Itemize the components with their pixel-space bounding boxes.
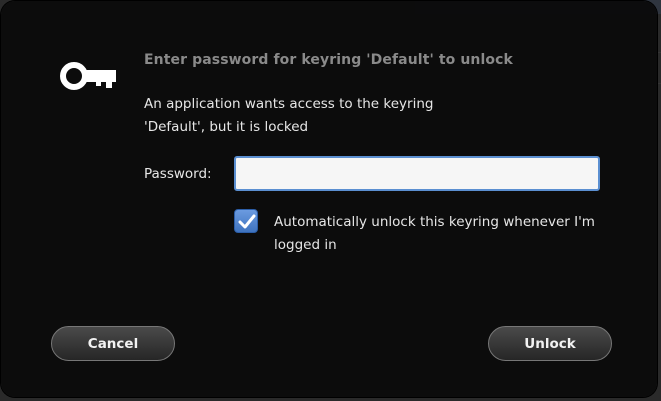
unlock-keyring-dialog: Enter password for keyring 'Default' to … — [1, 1, 657, 397]
dialog-message: An application wants access to the keyri… — [144, 96, 434, 135]
checkmark-icon — [238, 214, 256, 229]
password-label: Password: — [144, 166, 212, 182]
dialog-title: Enter password for keyring 'Default' to … — [144, 52, 513, 68]
password-field[interactable] — [234, 156, 600, 191]
auto-unlock-label[interactable]: Automatically unlock this keyring whenev… — [274, 211, 604, 257]
auto-unlock-checkbox[interactable] — [234, 209, 258, 233]
key-icon — [60, 62, 116, 90]
cancel-button[interactable]: Cancel — [51, 326, 175, 361]
unlock-button[interactable]: Unlock — [488, 326, 612, 361]
